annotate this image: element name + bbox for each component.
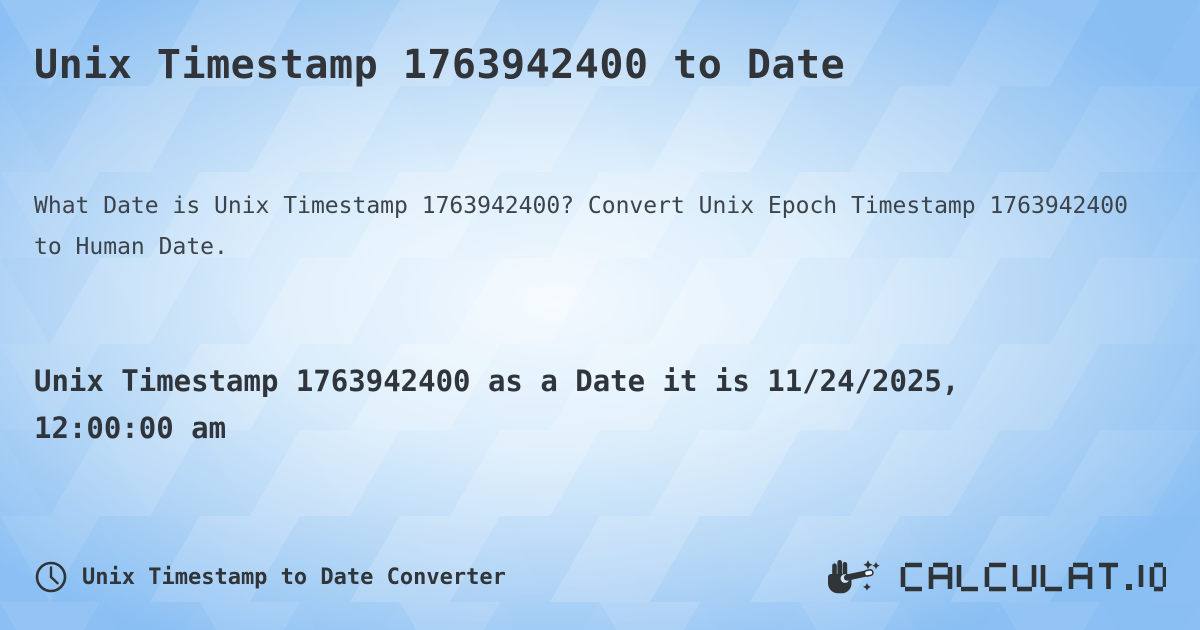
page-description: What Date is Unix Timestamp 1763942400? … bbox=[34, 193, 1128, 260]
clock-icon bbox=[34, 560, 68, 594]
footer-label-text: Unix Timestamp to Date Converter bbox=[82, 564, 506, 590]
magic-wand-hand-icon bbox=[827, 557, 889, 597]
conversion-result: Unix Timestamp 1763942400 as a Date it i… bbox=[34, 364, 960, 445]
footer-tool-label: Unix Timestamp to Date Converter bbox=[34, 560, 506, 594]
content-area: Unix Timestamp 1763942400 to Date What D… bbox=[0, 0, 1200, 630]
footer: Unix Timestamp to Date Converter bbox=[34, 554, 1166, 600]
brand-logo[interactable] bbox=[827, 557, 1166, 597]
brand-wordmark bbox=[898, 557, 1166, 597]
page-title: Unix Timestamp 1763942400 to Date bbox=[34, 42, 846, 88]
og-image-card: Unix Timestamp 1763942400 to Date What D… bbox=[0, 0, 1200, 630]
